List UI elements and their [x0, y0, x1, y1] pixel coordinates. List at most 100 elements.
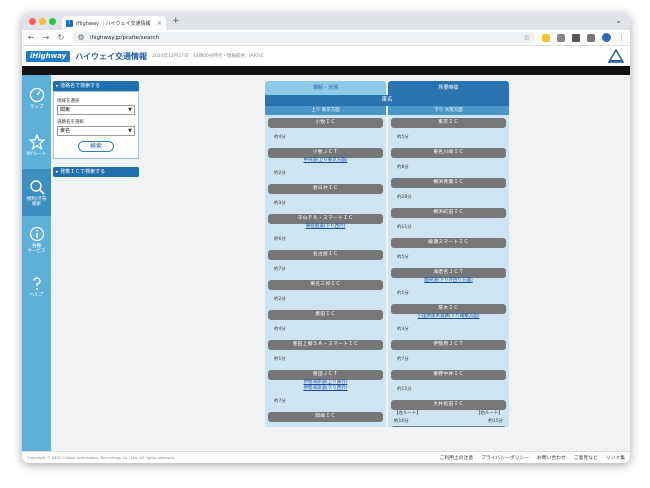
bookmark-star-icon[interactable]: ☆	[524, 34, 530, 42]
footer-link[interactable]: プライバシーポリシー	[481, 454, 529, 461]
site-title: ハイウェイ交通情報	[75, 51, 148, 61]
url-text: ihighway.jp/pcsite/search	[90, 34, 160, 41]
interchange-label: 豊田ＩＣ	[268, 310, 383, 320]
search-button[interactable]: 検索	[78, 141, 114, 152]
chevron-down-icon: ▼	[128, 128, 132, 134]
sidebar-icon[interactable]	[572, 33, 580, 42]
gauge-icon	[29, 87, 44, 103]
interchange-label: 横浜町田ＩＣ	[391, 208, 506, 218]
browser-window: i iHighway ｜ハイウェイ交通情報 × + ⌄ ← → ↻ ⚙ ihig…	[22, 13, 630, 463]
nav-help[interactable]: ヘルプ	[22, 263, 51, 310]
interchange-label: 小牧ＩＣ	[268, 118, 383, 128]
travel-time: 約11分	[397, 225, 412, 230]
nav-myroute[interactable]: MYルート	[22, 122, 51, 169]
down-column: 東京ＩＣ 約5分 東名川崎ＩＣ 約8分 横浜青葉ＩＣ 約28分 横浜町田ＩＣ 約11分 綾瀬スマ…	[388, 115, 509, 427]
reload-icon[interactable]: ↻	[57, 33, 65, 42]
travel-time: 約15分	[268, 422, 383, 427]
footer-link[interactable]: ご利用上の注意	[440, 454, 474, 461]
nav-label: 各種 サービス	[27, 243, 46, 254]
tab-title: iHighway ｜ハイウェイ交通情報	[76, 20, 151, 27]
search-panel-body: 地域を選択 関東 ▼ 道路名を選択 東名 ▼ 検索	[53, 91, 139, 159]
direction-headers: 上り 東京方面 下り 大阪方面	[265, 106, 509, 115]
route-label: 【左ルート】	[394, 411, 421, 416]
ihighway-logo[interactable]: iHighway	[26, 50, 71, 62]
travel-time: 約4分	[274, 327, 286, 332]
interchange-label: 春日井ＩＣ	[268, 184, 383, 194]
browser-tab[interactable]: i iHighway ｜ハイウェイ交通情報 ×	[62, 16, 166, 30]
travel-time: 約8分	[397, 165, 409, 170]
footer-link[interactable]: リンク集	[606, 454, 625, 461]
road-select[interactable]: 東名 ▼	[57, 126, 135, 136]
new-tab-icon[interactable]: +	[172, 16, 180, 26]
address-bar: ← → ↻ ⚙ ihighway.jp/pcsite/search ☆ ⋮	[22, 30, 630, 46]
interchange-label: 豊田ＪＣＴ	[268, 370, 383, 380]
footer-link[interactable]: ご意見など	[574, 454, 598, 461]
close-window-button[interactable]	[29, 18, 36, 25]
direction-columns: 小牧ＩＣ 約4分 小牧ＪＣＴ 中央道(上り東京方面) 約2分 春日井ＩＣ 約3分 守山ＰＡ・ス…	[265, 115, 509, 427]
close-tab-icon[interactable]: ×	[157, 20, 162, 27]
interchange-label: 豊田上郷ＳＡ・スマートＩＣ	[268, 340, 383, 350]
travel-time: 約2分	[274, 171, 286, 176]
interchange-label: 秦野中井ＩＣ	[391, 370, 506, 380]
interchange-label: 厚木ＩＣ	[391, 304, 506, 314]
travel-time: 約2分	[274, 297, 286, 302]
route-label: 【右ルート】	[476, 411, 503, 416]
copyright: Copyright © NEXCO-West Information Techn…	[27, 455, 176, 460]
tab-regulation[interactable]: 規制・渋滞	[265, 81, 386, 95]
favicon-icon: i	[66, 19, 73, 27]
interchange-label: 守山ＰＡ・スマートＩＣ	[268, 214, 383, 224]
travel-time: 約6分	[274, 237, 286, 242]
travel-time: 約7分	[274, 399, 286, 404]
ic-search-header[interactable]: ▸ 発着ＩＣで検索する	[53, 167, 139, 177]
main-area: マップ MYルート 規制/渋滞 検索 各種 サービス ヘルプ ▸ 道路名で検索す…	[22, 75, 630, 451]
road-diagram: 規制・渋滞 所要時間 東名 上り 東京方面 下り 大阪方面 小牧ＩＣ 約4分 小牧Ｊ…	[265, 81, 509, 427]
direction-down: 下り 大阪方面	[388, 106, 509, 115]
travel-time: 約1分	[274, 357, 286, 362]
area-select-value: 関東	[60, 107, 71, 113]
nav-label: MYルート	[26, 152, 47, 157]
travel-time: 約15分	[488, 419, 503, 424]
interchange-label: 横浜青葉ＩＣ	[391, 178, 506, 188]
travel-time: 約15分	[397, 387, 412, 392]
interchange-label: 小牧ＪＣＴ	[268, 148, 383, 158]
minimize-window-button[interactable]	[39, 18, 46, 25]
area-select[interactable]: 関東 ▼	[57, 105, 135, 115]
site-info-icon[interactable]: ⚙	[77, 33, 85, 42]
footer-link[interactable]: お問い合わせ	[537, 454, 566, 461]
interchange-label: 東京ＩＣ	[391, 118, 506, 128]
interchange-label: 伊勢原ＪＣＴ	[391, 340, 506, 350]
tab-travel-time[interactable]: 所要時間	[388, 81, 509, 95]
road-select-value: 東名	[60, 128, 71, 134]
travel-time: 約1分	[397, 291, 409, 296]
footer-links: ご利用上の注意 プライバシーポリシー お問い合わせ ご意見など リンク集	[440, 454, 625, 461]
direction-up: 上り 東京方面	[265, 106, 386, 115]
profile-avatar[interactable]	[602, 33, 611, 42]
interchange-label: 名古屋ＩＣ	[268, 250, 383, 260]
interchange-label: 海老名ＪＣＴ	[391, 268, 506, 278]
maximize-window-button[interactable]	[49, 18, 56, 25]
forward-icon[interactable]: →	[42, 33, 50, 42]
header-divider	[22, 66, 630, 75]
tab-bar: i iHighway ｜ハイウェイ交通情報 × + ⌄	[22, 13, 630, 30]
download-icon[interactable]	[587, 33, 595, 42]
back-icon[interactable]: ←	[27, 33, 35, 42]
nav-search[interactable]: 規制/渋滞 検索	[22, 169, 51, 216]
extension-icon[interactable]	[542, 33, 550, 42]
star-icon	[28, 134, 45, 150]
search-panel: ▸ 道路名で検索する 地域を選択 関東 ▼ 道路名を選択 東名 ▼ 検索 ▸ 発…	[53, 81, 139, 177]
tab-search-icon[interactable]: ⌄	[615, 16, 622, 25]
search-icon	[29, 179, 45, 195]
site-header: iHighway ハイウェイ交通情報 2024年12月27日 14時00分時点・…	[22, 46, 630, 66]
travel-time: 約5分	[397, 255, 409, 260]
nav-map[interactable]: マップ	[22, 75, 51, 122]
road-search-header[interactable]: ▸ 道路名で検索する	[53, 81, 139, 91]
url-field[interactable]: ⚙ ihighway.jp/pcsite/search ☆	[72, 32, 535, 43]
nav-label: ヘルプ	[29, 293, 44, 298]
travel-time: 約7分	[274, 267, 286, 272]
nav-services[interactable]: 各種 サービス	[22, 216, 51, 263]
travel-time: 約7分	[397, 357, 409, 362]
up-column: 小牧ＩＣ 約4分 小牧ＪＣＴ 中央道(上り東京方面) 約2分 春日井ＩＣ 約3分 守山ＰＡ・ス…	[265, 115, 386, 427]
browser-menu-icon[interactable]: ⋮	[618, 34, 625, 42]
extension-puzzle-icon[interactable]	[557, 33, 565, 42]
road-name: 東名	[265, 95, 509, 106]
